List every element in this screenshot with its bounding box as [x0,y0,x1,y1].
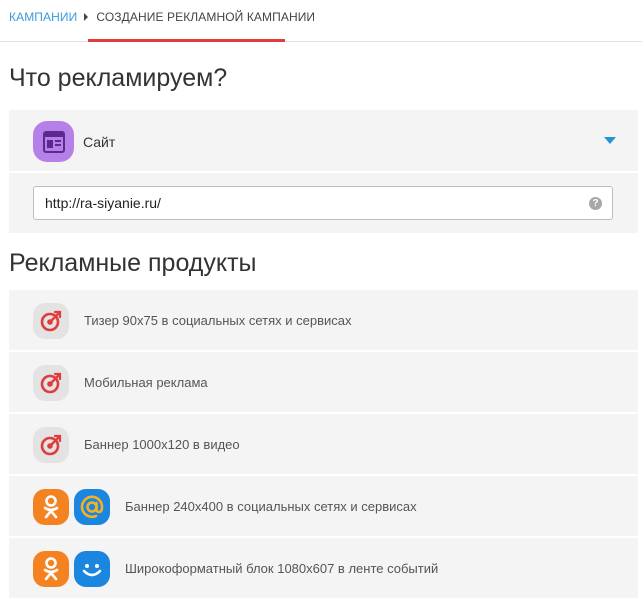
product-label: Баннер 1000x120 в видео [84,437,240,452]
ad-type-label: Сайт [83,134,116,150]
product-label: Тизер 90x75 в социальных сетях и сервиса… [84,313,352,328]
breadcrumb-arrow-icon [84,13,89,21]
product-item[interactable]: Баннер 240x400 в социальных сетях и серв… [9,476,638,536]
breadcrumb: КАМПАНИИ СОЗДАНИЕ РЕКЛАМНОЙ КАМПАНИИ [9,10,315,24]
what-advertise-title: Что рекламируем? [9,64,228,92]
product-item[interactable]: Баннер 1000x120 в видео [9,414,638,474]
product-item[interactable]: Тизер 90x75 в социальных сетях и сервиса… [9,290,638,350]
chevron-down-icon[interactable] [604,137,616,144]
smile-icon [74,551,110,587]
product-label: Мобильная реклама [84,375,208,390]
active-tab-underline [88,39,285,42]
help-icon[interactable]: ? [589,197,602,210]
site-url-input[interactable] [33,186,613,220]
breadcrumb-campaigns-link[interactable]: КАМПАНИИ [9,10,77,24]
mail-at-icon [74,489,110,525]
url-row: ? [9,173,638,233]
target-icon [33,427,69,463]
product-label: Широкоформатный блок 1080x607 в ленте со… [125,561,439,576]
odnoklassniki-icon [33,489,69,525]
breadcrumb-current: СОЗДАНИЕ РЕКЛАМНОЙ КАМПАНИИ [96,10,316,24]
website-icon [33,121,74,162]
target-icon [33,303,69,339]
odnoklassniki-icon [33,551,69,587]
product-item[interactable]: Мобильная реклама [9,352,638,412]
product-item[interactable]: Широкоформатный блок 1080x607 в ленте со… [9,538,638,598]
target-icon [33,365,69,401]
ad-type-dropdown[interactable]: Сайт [9,110,638,171]
ad-products-title: Рекламные продукты [9,249,257,277]
product-label: Баннер 240x400 в социальных сетях и серв… [125,499,417,514]
top-bar: КАМПАНИИ СОЗДАНИЕ РЕКЛАМНОЙ КАМПАНИИ [0,0,642,42]
